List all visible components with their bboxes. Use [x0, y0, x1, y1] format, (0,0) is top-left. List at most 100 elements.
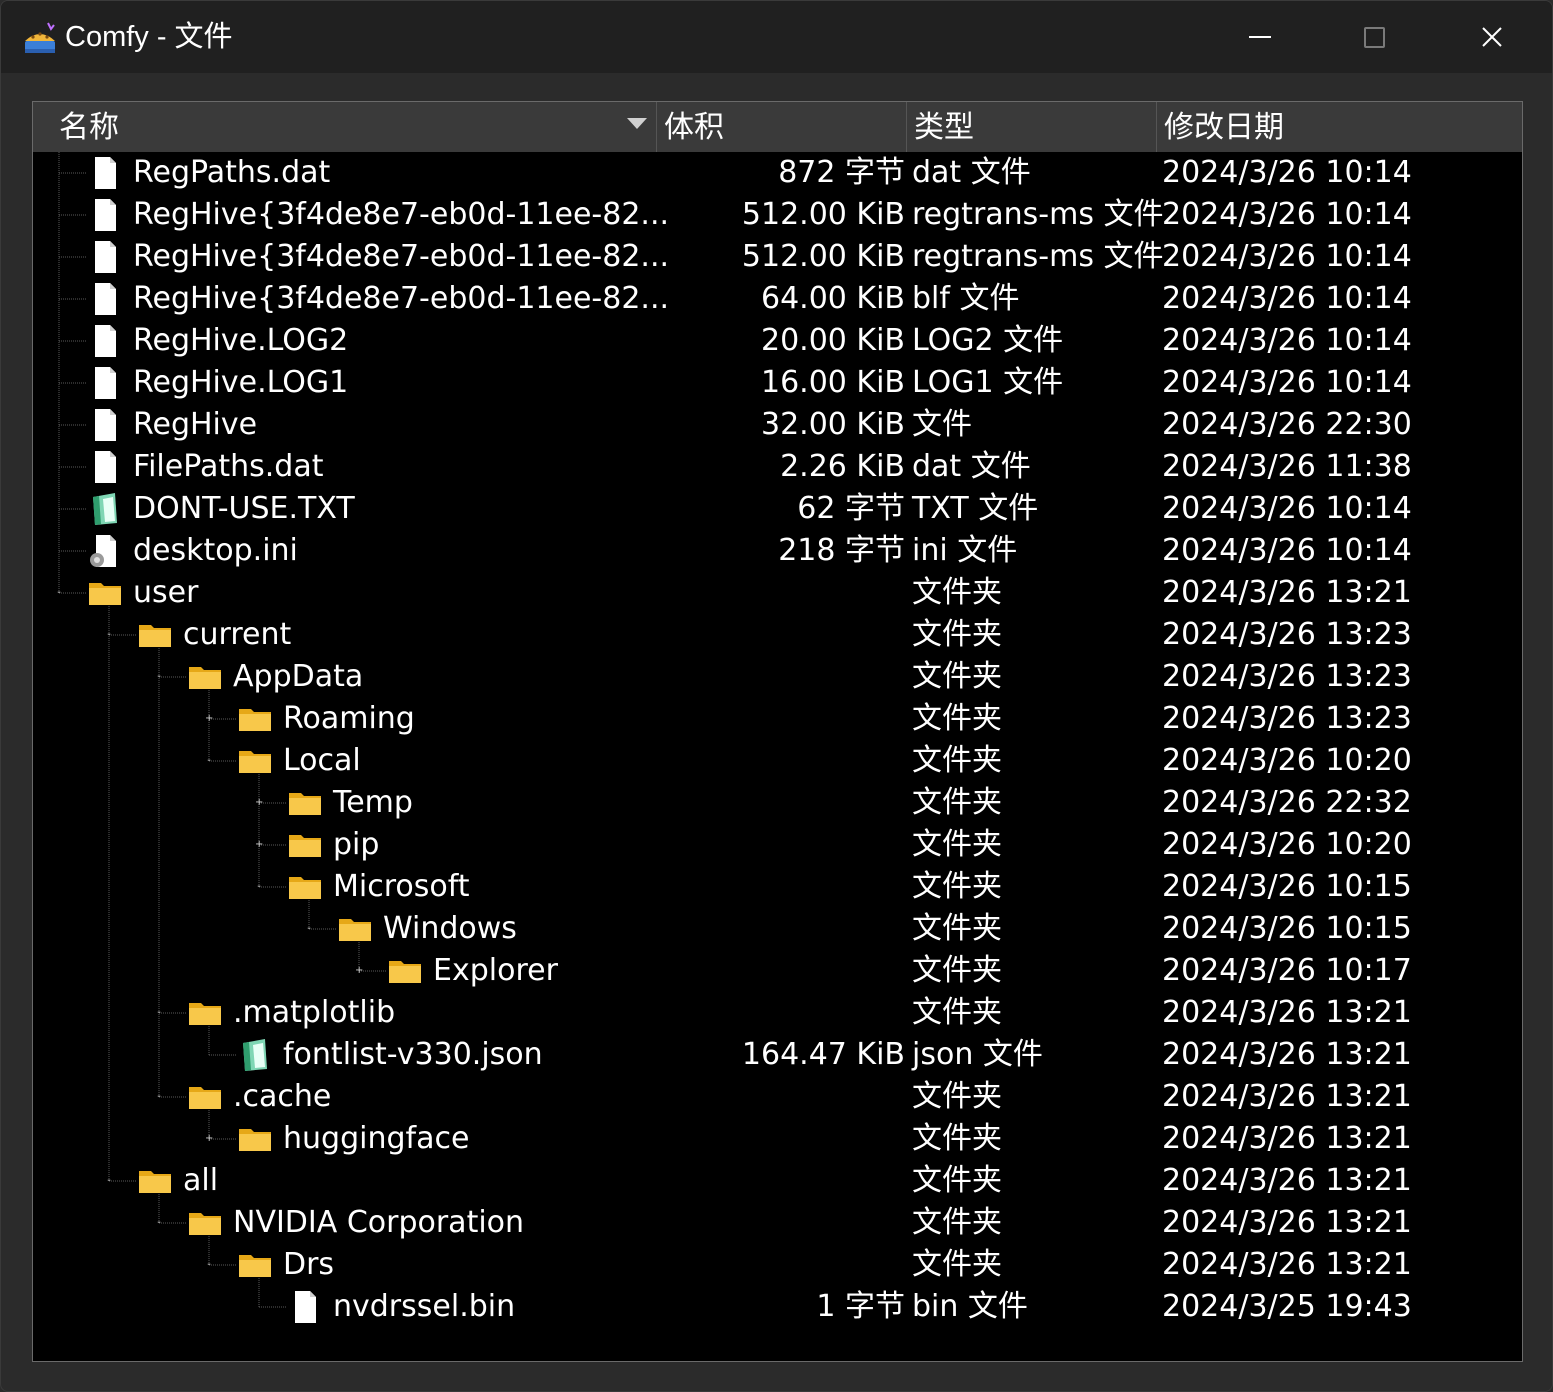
- file-tree-list[interactable]: 名称 体积 类型 修改日期 RegPaths.dat 872 字节 dat 文件 20…: [32, 101, 1523, 1362]
- collapse-icon[interactable]: -: [205, 1260, 213, 1270]
- collapse-icon[interactable]: -: [105, 1176, 113, 1186]
- sort-descending-icon: [627, 118, 647, 129]
- collapse-icon[interactable]: -: [205, 756, 213, 766]
- item-type: regtrans-ms 文件: [912, 197, 1164, 232]
- expand-icon[interactable]: +: [205, 1134, 213, 1144]
- expand-icon[interactable]: +: [255, 798, 263, 808]
- folder-row[interactable]: - NVIDIA Corporation 文件夹 2024/3/26 13:21: [33, 1202, 1522, 1244]
- folder-row[interactable]: - .matplotlib 文件夹 2024/3/26 13:21: [33, 992, 1522, 1034]
- item-type: 文件夹: [912, 743, 1002, 778]
- expand-icon[interactable]: +: [255, 840, 263, 850]
- column-header-date[interactable]: 修改日期: [1157, 102, 1522, 152]
- item-size: [657, 572, 905, 614]
- folder-row[interactable]: - Microsoft 文件夹 2024/3/26 10:15: [33, 866, 1522, 908]
- folder-row[interactable]: - Local 文件夹 2024/3/26 10:20: [33, 740, 1522, 782]
- item-size: 512.00 KiB: [741, 239, 905, 274]
- item-name: RegHive.LOG1: [133, 365, 349, 400]
- file-row[interactable]: RegHive.LOG1 16.00 KiB LOG1 文件 2024/3/26 10…: [33, 362, 1522, 404]
- item-date: 2024/3/26 10:15: [1162, 911, 1412, 946]
- item-type: 文件夹: [912, 911, 1002, 946]
- item-name: .cache: [233, 1079, 332, 1114]
- folder-row[interactable]: + Explorer 文件夹 2024/3/26 10:17: [33, 950, 1522, 992]
- minimize-button[interactable]: [1203, 1, 1317, 73]
- item-name: RegPaths.dat: [133, 155, 331, 190]
- item-size: 218 字节: [778, 533, 905, 568]
- item-type: 文件夹: [912, 1205, 1002, 1240]
- collapse-icon[interactable]: -: [155, 1008, 163, 1018]
- item-size: [657, 782, 905, 824]
- folder-row[interactable]: - AppData 文件夹 2024/3/26 13:23: [33, 656, 1522, 698]
- item-name: RegHive{3f4de8e7-eb0d-11ee-82...: [133, 239, 670, 274]
- folder-icon: [237, 743, 273, 779]
- file-row[interactable]: RegPaths.dat 872 字节 dat 文件 2024/3/26 10:14: [33, 152, 1522, 194]
- folder-row[interactable]: + Roaming 文件夹 2024/3/26 13:23: [33, 698, 1522, 740]
- file-row[interactable]: RegHive{3f4de8e7-eb0d-11ee-82... 512.00 K…: [33, 236, 1522, 278]
- folder-icon: [287, 869, 323, 905]
- title-bar[interactable]: Comfy - 文件: [1, 1, 1552, 73]
- item-name: Temp: [333, 785, 413, 820]
- collapse-icon[interactable]: -: [155, 1218, 163, 1228]
- item-size: [657, 1118, 905, 1160]
- notepad-icon: [237, 1037, 273, 1073]
- window-title: Comfy - 文件: [65, 21, 233, 53]
- file-row[interactable]: nvdrssel.bin 1 字节 bin 文件 2024/3/25 19:43: [33, 1286, 1522, 1328]
- item-date: 2024/3/26 13:21: [1162, 1247, 1412, 1282]
- item-name: Roaming: [283, 701, 415, 736]
- folder-row[interactable]: + Temp 文件夹 2024/3/26 22:32: [33, 782, 1522, 824]
- folder-row[interactable]: - all 文件夹 2024/3/26 13:21: [33, 1160, 1522, 1202]
- folder-icon: [87, 575, 123, 611]
- file-row[interactable]: RegHive 32.00 KiB 文件 2024/3/26 22:30: [33, 404, 1522, 446]
- folder-row[interactable]: - Windows 文件夹 2024/3/26 10:15: [33, 908, 1522, 950]
- item-size: 2.26 KiB: [780, 449, 905, 484]
- file-icon: [87, 281, 123, 317]
- item-date: 2024/3/26 13:21: [1162, 1205, 1412, 1240]
- item-name: RegHive{3f4de8e7-eb0d-11ee-82...: [133, 281, 670, 316]
- expand-icon[interactable]: +: [355, 966, 363, 976]
- item-size: 62 字节: [797, 491, 905, 526]
- folder-row[interactable]: + huggingface 文件夹 2024/3/26 13:21: [33, 1118, 1522, 1160]
- column-header-type[interactable]: 类型: [907, 102, 1157, 152]
- close-icon: [1482, 27, 1502, 47]
- column-header-size[interactable]: 体积: [657, 102, 907, 152]
- file-row[interactable]: RegHive{3f4de8e7-eb0d-11ee-82... 64.00 Ki…: [33, 278, 1522, 320]
- folder-row[interactable]: - Drs 文件夹 2024/3/26 13:21: [33, 1244, 1522, 1286]
- item-type: 文件夹: [912, 575, 1002, 610]
- file-icon: [87, 365, 123, 401]
- folder-row[interactable]: - user 文件夹 2024/3/26 13:21: [33, 572, 1522, 614]
- item-date: 2024/3/26 10:20: [1162, 743, 1412, 778]
- folder-icon: [187, 995, 223, 1031]
- collapse-icon[interactable]: -: [155, 1092, 163, 1102]
- file-row[interactable]: fontlist-v330.json 164.47 KiB json 文件 2024/…: [33, 1034, 1522, 1076]
- item-name: AppData: [233, 659, 364, 694]
- item-size: 1 字节: [816, 1289, 905, 1324]
- file-row[interactable]: desktop.ini 218 字节 ini 文件 2024/3/26 10:14: [33, 530, 1522, 572]
- maximize-button[interactable]: [1317, 1, 1431, 73]
- collapse-icon[interactable]: -: [255, 882, 263, 892]
- folder-row[interactable]: - .cache 文件夹 2024/3/26 13:21: [33, 1076, 1522, 1118]
- file-row[interactable]: DONT-USE.TXT 62 字节 TXT 文件 2024/3/26 10:14: [33, 488, 1522, 530]
- expand-icon[interactable]: +: [205, 714, 213, 724]
- file-row[interactable]: RegHive{3f4de8e7-eb0d-11ee-82... 512.00 K…: [33, 194, 1522, 236]
- column-header-name[interactable]: 名称: [33, 102, 657, 152]
- item-size: 64.00 KiB: [760, 281, 905, 316]
- item-size: 164.47 KiB: [741, 1037, 905, 1072]
- item-size: [657, 1202, 905, 1244]
- item-type: 文件夹: [912, 1163, 1002, 1198]
- item-date: 2024/3/26 22:32: [1162, 785, 1412, 820]
- file-icon: [87, 197, 123, 233]
- item-type: dat 文件: [912, 449, 1031, 484]
- collapse-icon[interactable]: -: [105, 630, 113, 640]
- folder-icon: [187, 1079, 223, 1115]
- collapse-icon[interactable]: -: [305, 924, 313, 934]
- file-row[interactable]: FilePaths.dat 2.26 KiB dat 文件 2024/3/26 11:…: [33, 446, 1522, 488]
- folder-row[interactable]: - current 文件夹 2024/3/26 13:23: [33, 614, 1522, 656]
- item-date: 2024/3/26 10:14: [1162, 197, 1412, 232]
- item-size: [657, 824, 905, 866]
- close-button[interactable]: [1435, 1, 1549, 73]
- folder-row[interactable]: + pip 文件夹 2024/3/26 10:20: [33, 824, 1522, 866]
- collapse-icon[interactable]: -: [155, 672, 163, 682]
- item-name: desktop.ini: [133, 533, 298, 568]
- item-date: 2024/3/26 10:17: [1162, 953, 1412, 988]
- collapse-icon[interactable]: -: [55, 588, 63, 598]
- file-row[interactable]: RegHive.LOG2 20.00 KiB LOG2 文件 2024/3/26 10…: [33, 320, 1522, 362]
